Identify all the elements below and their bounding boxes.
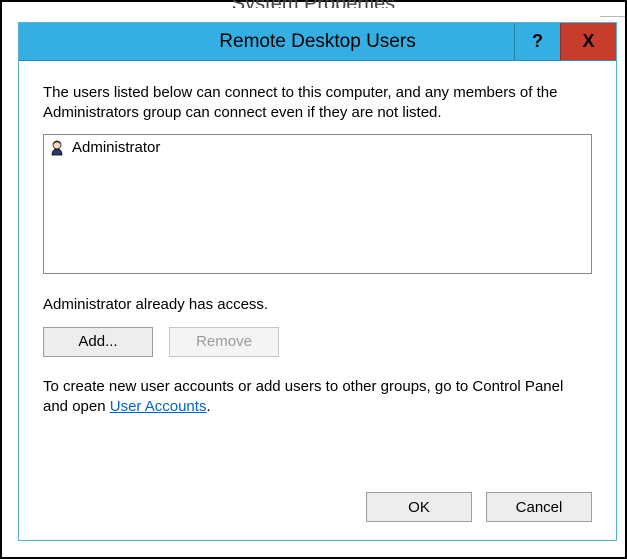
remove-button: Remove — [169, 327, 279, 357]
dialog-content: The users listed below can connect to th… — [19, 61, 616, 540]
list-item[interactable]: Administrator — [50, 139, 585, 157]
outer-frame: System Properties Remote Desktop Users ?… — [0, 0, 627, 559]
hint-post: . — [206, 398, 210, 415]
users-listbox[interactable]: Administrator — [43, 134, 592, 274]
user-name: Administrator — [72, 139, 160, 156]
close-button[interactable]: X — [560, 23, 616, 60]
cancel-button[interactable]: Cancel — [486, 492, 592, 522]
user-icon — [50, 139, 68, 157]
titlebar[interactable]: Remote Desktop Users ? X — [19, 23, 616, 61]
help-button[interactable]: ? — [514, 23, 560, 60]
user-buttons-row: Add... Remove — [43, 327, 592, 357]
intro-text: The users listed below can connect to th… — [43, 83, 592, 124]
close-icon: X — [582, 31, 594, 52]
help-icon: ? — [532, 31, 543, 52]
hint-text: To create new user accounts or add users… — [43, 377, 592, 418]
add-button-label: Add... — [78, 333, 117, 350]
add-button[interactable]: Add... — [43, 327, 153, 357]
parent-window-title: System Properties — [2, 0, 625, 8]
remove-button-label: Remove — [196, 333, 252, 350]
dialog-footer: OK Cancel — [43, 484, 592, 522]
remote-desktop-users-dialog: Remote Desktop Users ? X The users liste… — [18, 22, 617, 541]
cancel-button-label: Cancel — [516, 499, 563, 516]
spacer — [43, 417, 592, 484]
ok-button-label: OK — [408, 499, 430, 516]
user-accounts-link[interactable]: User Accounts — [110, 398, 207, 415]
divider — [600, 16, 625, 17]
status-text: Administrator already has access. — [43, 296, 592, 313]
ok-button[interactable]: OK — [366, 492, 472, 522]
